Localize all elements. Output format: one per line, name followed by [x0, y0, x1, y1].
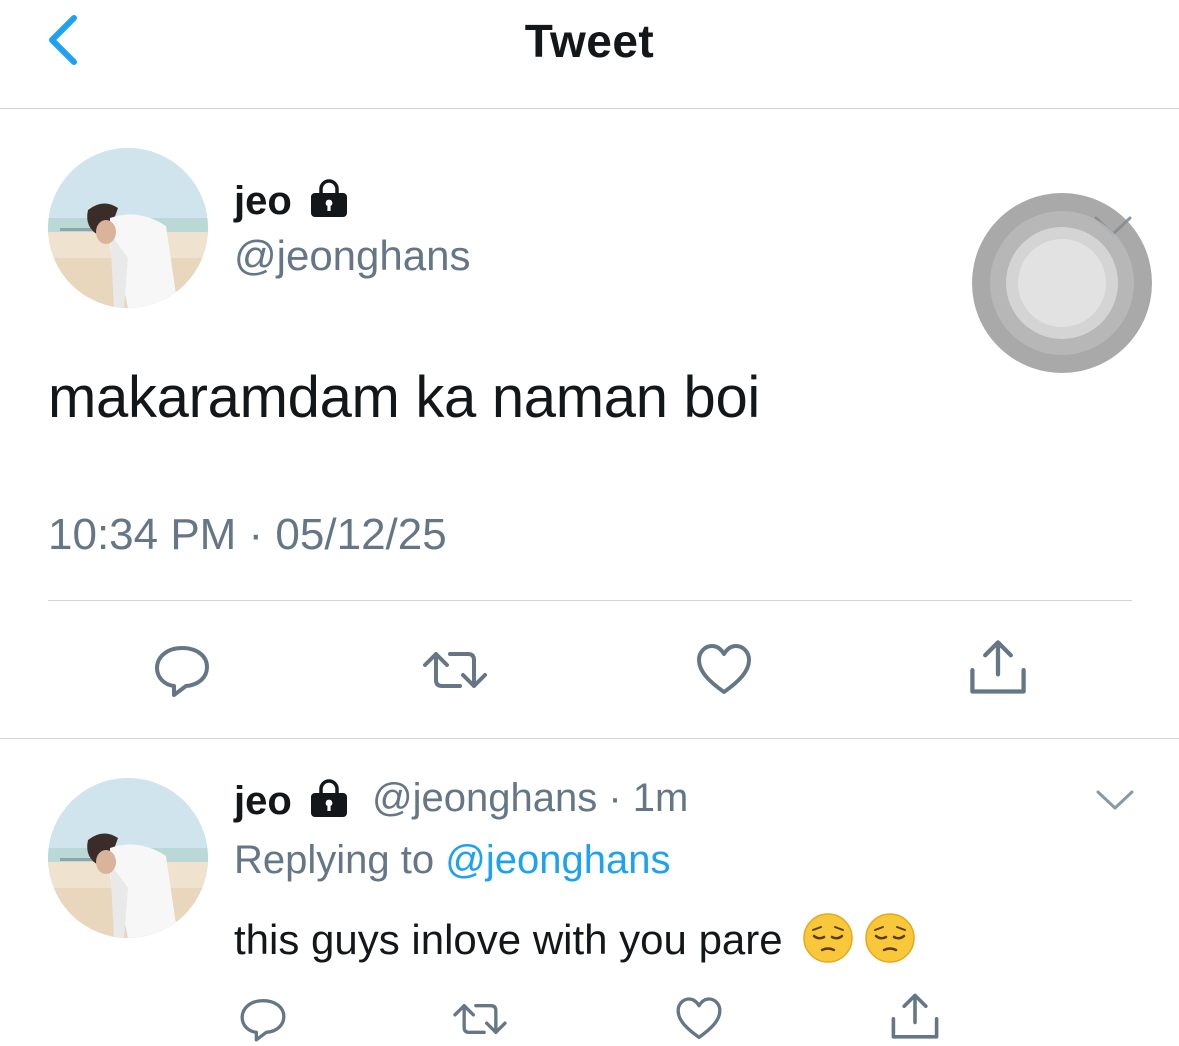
- divider: [48, 600, 1132, 601]
- header-divider: [0, 108, 1179, 109]
- handle-time[interactable]: @jeonghans · 1m: [372, 776, 688, 821]
- page-title: Tweet: [524, 15, 655, 67]
- display-name[interactable]: jeo: [234, 176, 351, 224]
- tweet-timestamp: 10:34 PM · 05/12/25: [48, 510, 447, 559]
- replying-prefix: Replying to: [234, 838, 435, 882]
- avatar[interactable]: [48, 778, 208, 938]
- pensive-face-emoji: [864, 912, 916, 964]
- lock-icon: [307, 776, 351, 820]
- assistive-touch-core: [1018, 239, 1106, 327]
- avatar[interactable]: [48, 148, 208, 308]
- display-name[interactable]: jeo: [234, 776, 351, 824]
- replying-to: Replying to @jeonghans: [234, 838, 670, 883]
- like-icon[interactable]: [674, 994, 724, 1044]
- reply-icon[interactable]: [238, 994, 288, 1044]
- like-icon[interactable]: [694, 640, 754, 700]
- retweet-icon[interactable]: [450, 994, 510, 1044]
- share-icon[interactable]: [966, 636, 1030, 700]
- tweet-text: makaramdam ka naman boi: [48, 365, 760, 430]
- lock-icon: [307, 176, 351, 220]
- share-icon[interactable]: [888, 990, 942, 1044]
- mention-link[interactable]: @jeonghans: [445, 838, 670, 882]
- tweet-text-content: this guys inlove with you pare: [234, 916, 783, 963]
- divider: [0, 738, 1179, 739]
- pensive-face-emoji: [802, 912, 854, 964]
- retweet-icon[interactable]: [420, 640, 490, 700]
- reply-icon[interactable]: [152, 640, 212, 700]
- display-name-text[interactable]: jeo: [234, 779, 292, 823]
- chevron-down-icon[interactable]: [1094, 786, 1136, 814]
- tweet-text: this guys inlove with you pare: [234, 912, 916, 964]
- user-handle[interactable]: @jeonghans: [234, 232, 470, 280]
- display-name-text[interactable]: jeo: [234, 179, 292, 223]
